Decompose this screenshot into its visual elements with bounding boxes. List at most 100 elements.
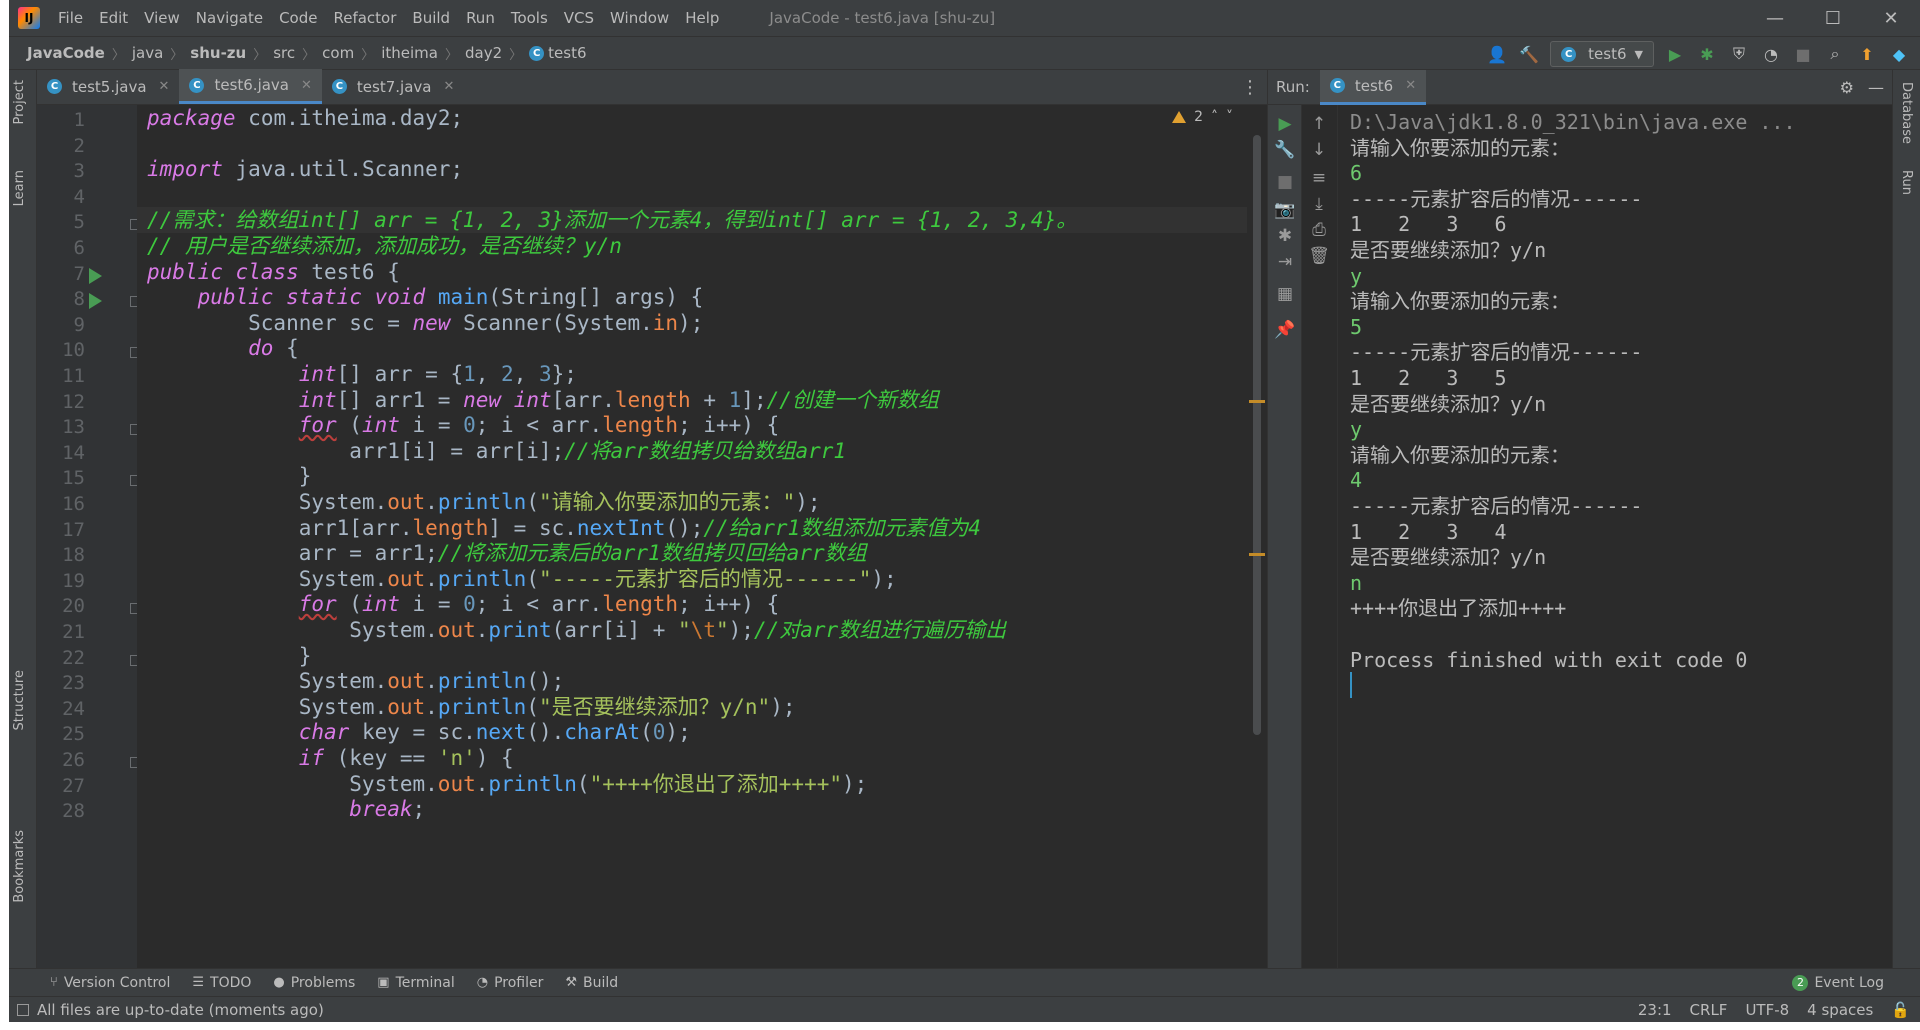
menu-file[interactable]: File [50, 0, 91, 36]
warning-marker[interactable] [1249, 400, 1265, 403]
code-line[interactable]: arr1[i] = arr[i];//将arr数组拷贝给数组arr1 [147, 438, 846, 464]
coverage-icon[interactable]: ⛨ [1728, 43, 1750, 65]
code-line[interactable]: public class test6 { [147, 259, 400, 285]
rerun-icon[interactable]: ▶ [1268, 111, 1302, 137]
line-separator[interactable]: CRLF [1690, 1001, 1728, 1019]
indent-setting[interactable]: 4 spaces [1807, 1001, 1873, 1019]
update-icon[interactable]: ⬆ [1856, 43, 1878, 65]
code-line[interactable]: System.out.println("请输入你要添加的元素："); [147, 489, 821, 515]
run-icon[interactable]: ▶ [1664, 43, 1686, 65]
breadcrumb-java[interactable]: java [128, 44, 167, 62]
close-icon[interactable]: ✕ [1405, 78, 1416, 93]
code-line[interactable]: arr = arr1;//将添加元素后的arr1数组拷贝回给arr数组 [147, 540, 867, 566]
intellij-logo-icon[interactable]: IJ [18, 7, 40, 29]
caret-position[interactable]: 23:1 [1638, 1001, 1672, 1019]
menu-run[interactable]: Run [458, 0, 503, 36]
arrow-down-icon[interactable]: ↓ [1302, 137, 1336, 163]
code-line[interactable]: System.out.println("是否要继续添加？y/n"); [147, 694, 796, 720]
code-line[interactable]: int[] arr1 = new int[arr.length + 1];//创… [147, 387, 939, 413]
code-line[interactable]: // 用户是否继续添加，添加成功，是否继续？y/n [147, 233, 622, 259]
tab-test7[interactable]: Ctest7.java ✕ [322, 69, 464, 104]
todo-button[interactable]: ☰ TODO [181, 975, 262, 991]
database-tool-button[interactable]: Database [1899, 82, 1914, 144]
terminal-button[interactable]: ▣ Terminal [366, 975, 465, 991]
menu-build[interactable]: Build [404, 0, 458, 36]
version-control-button[interactable]: ⑂ Version Control [39, 975, 181, 991]
profile-icon[interactable]: ◔ [1760, 43, 1782, 65]
menu-window[interactable]: Window [602, 0, 677, 36]
close-icon[interactable]: ✕ [443, 79, 454, 94]
status-message[interactable]: All files are up-to-date (moments ago) [17, 1001, 324, 1019]
build-button[interactable]: ⚒ Build [554, 975, 629, 991]
scrollbar-thumb[interactable] [1253, 135, 1261, 735]
gear-icon[interactable]: ⚙ [1840, 78, 1854, 97]
run-gutter-icon[interactable] [89, 293, 102, 310]
chevron-down-icon[interactable]: ˅ [1226, 109, 1233, 125]
file-encoding[interactable]: UTF-8 [1745, 1001, 1789, 1019]
breadcrumb-module[interactable]: shu-zu [186, 44, 250, 62]
menu-refactor[interactable]: Refactor [325, 0, 404, 36]
code-line[interactable]: arr1[arr.length] = sc.nextInt();//给arr1数… [147, 515, 981, 541]
warning-marker[interactable] [1249, 553, 1265, 556]
code-line[interactable]: if (key == 'n') { [147, 745, 514, 771]
menu-tools[interactable]: Tools [503, 0, 556, 36]
toolbox-icon[interactable]: ◆ [1888, 43, 1910, 65]
breadcrumb-file[interactable]: Ctest6 [525, 44, 590, 62]
code-line[interactable]: } [147, 463, 312, 489]
arrow-up-icon[interactable]: ↑ [1302, 111, 1336, 137]
chevron-up-icon[interactable]: ˄ [1211, 109, 1218, 125]
lock-icon[interactable]: 🔓 [1891, 1001, 1910, 1019]
run-tab-test6[interactable]: C test6 ✕ [1319, 69, 1427, 105]
menu-edit[interactable]: Edit [91, 0, 136, 36]
stop-icon[interactable]: ■ [1268, 169, 1302, 195]
soft-wrap-icon[interactable]: ≡ [1302, 165, 1336, 191]
breadcrumb-project[interactable]: JavaCode [23, 44, 109, 62]
breadcrumb-itheima[interactable]: itheima [377, 44, 442, 62]
pin-icon[interactable]: 📌 [1268, 317, 1302, 343]
bug-icon[interactable]: ✱ [1268, 223, 1302, 249]
code-line[interactable]: System.out.println(); [147, 668, 565, 694]
stop-icon[interactable]: ■ [1792, 43, 1814, 65]
code-line[interactable]: int[] arr = {1, 2, 3}; [147, 361, 577, 387]
breadcrumb-com[interactable]: com [318, 44, 358, 62]
code-line[interactable]: import java.util.Scanner; [147, 156, 463, 182]
scroll-to-end-icon[interactable]: ⤓ [1302, 191, 1336, 217]
user-icon[interactable]: 👤 [1486, 43, 1508, 65]
tab-test5[interactable]: Ctest5.java ✕ [37, 69, 179, 104]
menu-navigate[interactable]: Navigate [188, 0, 271, 36]
editor-scrollbar[interactable] [1247, 105, 1267, 968]
wrench-icon[interactable]: 🔧 [1268, 137, 1302, 163]
inspection-widget[interactable]: 2 ˄ ˅ [1172, 109, 1233, 125]
maximize-button[interactable]: ☐ [1804, 0, 1862, 36]
code-line[interactable]: for (int i = 0; i < arr.length; i++) { [147, 412, 780, 438]
minimize-button[interactable]: — [1746, 0, 1804, 36]
exit-icon[interactable]: ⇥ [1268, 249, 1302, 275]
structure-tool-button[interactable]: Structure [12, 670, 27, 730]
menu-help[interactable]: Help [677, 0, 727, 36]
run-tool-button[interactable]: Run [1899, 170, 1914, 195]
more-tabs-icon[interactable]: ⋮ [1241, 70, 1259, 105]
code-editor[interactable]: 2 ˄ ˅ package com.itheima.day2; import ja… [137, 105, 1247, 968]
close-icon[interactable]: ✕ [159, 79, 170, 94]
hammer-icon[interactable]: 🔨 [1518, 43, 1540, 65]
debug-icon[interactable]: ✱ [1696, 43, 1718, 65]
learn-tool-button[interactable]: Learn [12, 170, 27, 206]
event-log-button[interactable]: 2 Event Log [1792, 969, 1884, 997]
breadcrumb-src[interactable]: src [269, 44, 299, 62]
code-line[interactable]: for (int i = 0; i < arr.length; i++) { [147, 591, 780, 617]
code-line[interactable]: System.out.print(arr[i] + "\t");//对arr数组… [147, 617, 1006, 643]
menu-code[interactable]: Code [271, 0, 325, 36]
tab-test6[interactable]: Ctest6.java ✕ [179, 69, 322, 104]
console-output[interactable]: D:\Java\jdk1.8.0_321\bin\java.exe ... 请输入… [1350, 105, 1880, 968]
layout-icon[interactable]: ▦ [1268, 281, 1302, 307]
breadcrumb-day2[interactable]: day2 [461, 44, 506, 62]
code-line[interactable]: package com.itheima.day2; [147, 105, 463, 131]
run-gutter-icon[interactable] [89, 267, 102, 284]
close-window-button[interactable]: ✕ [1862, 0, 1920, 36]
code-line[interactable]: System.out.println("-----元素扩容后的情况------"… [147, 566, 897, 592]
hide-icon[interactable]: — [1868, 78, 1884, 97]
code-line[interactable]: } [147, 643, 312, 669]
code-line[interactable]: public static void main(String[] args) { [147, 284, 704, 310]
console-scrollbar[interactable] [1880, 105, 1892, 968]
project-tool-button[interactable]: Project [12, 80, 27, 124]
